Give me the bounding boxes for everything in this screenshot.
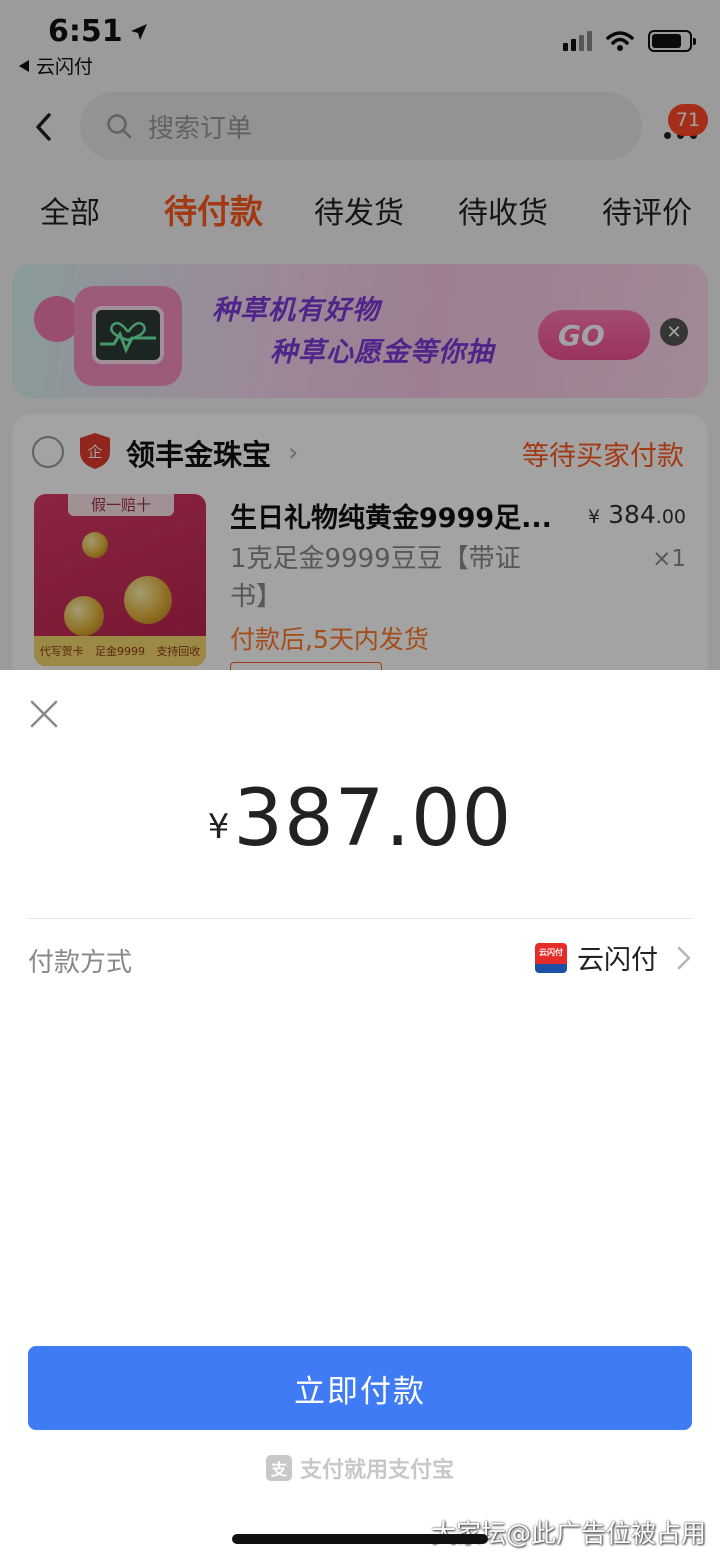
enterprise-shield-icon: 企 xyxy=(80,433,110,469)
order-status: 等待买家付款 xyxy=(522,441,684,472)
robot-mascot-illustration xyxy=(34,272,204,398)
payment-method-name: 云闪付 xyxy=(577,945,658,976)
location-arrow-icon xyxy=(130,23,147,40)
tab-all[interactable]: 全部 xyxy=(40,188,100,232)
cellular-signal-icon xyxy=(563,31,592,51)
more-menu-button[interactable]: 71 xyxy=(660,104,708,154)
search-input[interactable]: 搜索订单 xyxy=(80,92,642,160)
promo-banner[interactable]: 种草机有好物 种草心愿金等你抽 GO ✕ xyxy=(12,264,708,398)
close-button[interactable] xyxy=(26,696,62,732)
tab-pending-payment[interactable]: 待付款 xyxy=(164,185,263,233)
watermark: 大家坛@此广告位被占用 xyxy=(430,1519,706,1548)
divider xyxy=(28,918,692,919)
image-tag-guarantee: 假一赔十 xyxy=(68,494,174,516)
select-order-radio[interactable] xyxy=(32,436,64,468)
order-list-page: 6:51 云闪付 搜索订单 71 全部 待付款 待发货 待收货 待评价 种草机有… xyxy=(0,0,720,670)
payment-method-selector[interactable]: 云闪付 云闪付 xyxy=(535,938,692,977)
banner-slogan: 种草机有好物 种草心愿金等你抽 xyxy=(212,290,494,374)
search-placeholder: 搜索订单 xyxy=(148,113,253,144)
tab-pending-review[interactable]: 待评价 xyxy=(602,188,692,232)
banner-line-2: 种草心愿金等你抽 xyxy=(270,337,494,368)
back-triangle-icon xyxy=(19,59,29,72)
chevron-left-icon xyxy=(36,113,51,141)
unionpay-logo-icon: 云闪付 xyxy=(535,942,567,973)
shipping-note: 付款后,5天内发货 xyxy=(230,625,429,654)
order-card[interactable]: 企 领丰金珠宝 › 等待买家付款 假一赔十 代写贺卡 足金9999 支持回收 生… xyxy=(12,414,708,670)
battery-icon xyxy=(648,30,696,52)
search-header: 搜索订单 71 xyxy=(0,92,720,162)
alipay-logo-icon: 支 xyxy=(265,1455,292,1481)
order-tabs: 全部 待付款 待发货 待收货 待评价 xyxy=(0,188,720,238)
amount-value: 387.00 xyxy=(233,774,513,864)
search-icon xyxy=(107,114,132,139)
product-title[interactable]: 生日礼物纯黄金9999足... xyxy=(230,496,560,535)
tab-pending-shipment[interactable]: 待发货 xyxy=(314,188,404,232)
back-button[interactable] xyxy=(28,110,58,144)
pay-now-button[interactable]: 立即付款 xyxy=(28,1346,692,1430)
tab-pending-receipt[interactable]: 待收货 xyxy=(458,188,548,232)
system-icons xyxy=(563,30,696,52)
status-bar: 6:51 云闪付 xyxy=(0,0,720,84)
shop-name[interactable]: 领丰金珠宝 xyxy=(126,432,271,474)
alipay-slogan-text: 支付就用支付宝 xyxy=(299,1458,454,1483)
banner-line-1: 种草机有好物 xyxy=(212,295,380,326)
product-price: ¥ 384.00 xyxy=(588,500,686,529)
product-spec: 1克足金9999豆豆【带证书】 xyxy=(230,544,521,612)
clock-text: 6:51 xyxy=(48,14,123,49)
currency-symbol: ¥ xyxy=(207,807,230,848)
svg-text:企: 企 xyxy=(87,443,102,461)
close-icon xyxy=(30,700,58,728)
payment-sheet: ¥387.00 付款方式 云闪付 云闪付 立即付款 支 支付就用支付宝 大家坛@… xyxy=(0,670,720,1558)
image-tag-strip: 代写贺卡 足金9999 支持回收 xyxy=(34,636,206,666)
wifi-icon xyxy=(606,31,634,51)
back-app-label: 云闪付 xyxy=(36,56,94,78)
message-count-badge: 71 xyxy=(668,104,708,136)
banner-go-button[interactable]: GO xyxy=(538,310,650,360)
alipay-slogan: 支 支付就用支付宝 xyxy=(0,1452,720,1484)
chevron-right-icon xyxy=(677,946,691,969)
banner-close-icon[interactable]: ✕ xyxy=(660,318,688,346)
product-quantity: ×1 xyxy=(652,546,686,572)
product-image[interactable]: 假一赔十 代写贺卡 足金9999 支持回收 xyxy=(34,494,206,666)
clock: 6:51 xyxy=(48,14,149,49)
gift-tag xyxy=(230,662,382,670)
chevron-right-icon: › xyxy=(288,438,299,468)
back-to-app-link[interactable]: 云闪付 xyxy=(18,52,93,79)
payment-amount: ¥387.00 xyxy=(0,774,720,864)
home-indicator[interactable] xyxy=(232,1534,488,1544)
payment-method-label: 付款方式 xyxy=(28,948,133,978)
